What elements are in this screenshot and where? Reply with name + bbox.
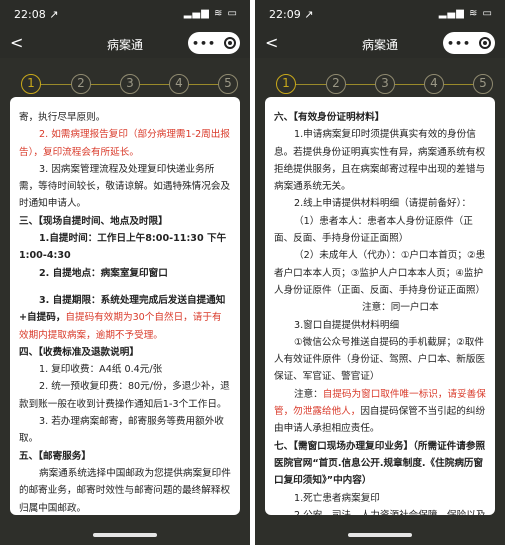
notice-text: ①微信公众号推送自提码的手机截屏；②取件人有效证件原件（身份证、驾照、户口本、新… bbox=[274, 336, 486, 383]
section-heading: 四、【收费标准及退款说明】 bbox=[19, 346, 139, 358]
notice-text-highlight: 2. 如需病理报告复印（部分病理需1-2周出报告），复印流程会有所延长。 bbox=[19, 129, 230, 158]
notice-text: 3.窗口自提提供材料明细 bbox=[294, 319, 400, 331]
notice-card: 六、【有效身份证明材料】 1.申请病案复印时须提供真实有效的身份信息。若提供身份… bbox=[265, 97, 495, 515]
notice-text: 2.公安、司法、人力资源社会保障、保险以及 bbox=[274, 507, 486, 515]
step-4: 4 bbox=[424, 74, 444, 94]
notice-text: 2.线上申请提供材料明细（请提前备好）： bbox=[294, 198, 472, 210]
step-5: 5 bbox=[218, 74, 238, 94]
signal-wifi-battery-icon: ▂▄▆ ≋ ▭ bbox=[183, 8, 238, 19]
navigation-bar: < 病案通 ••• bbox=[255, 28, 505, 58]
notice-text: 2. 统一预收复印费：80元/份，多退少补，退款到账一般在收到计费操作通知后1-… bbox=[19, 381, 230, 410]
more-icon[interactable]: ••• bbox=[192, 37, 216, 50]
notice-text: 1.死亡患者病案复印 bbox=[294, 492, 380, 504]
step-2: 2 bbox=[326, 74, 346, 94]
status-bar: 22:09 ↗ ▂▄▆ ≋ ▭ bbox=[255, 0, 505, 28]
status-bar: 22:08 ↗ ▂▄▆ ≋ ▭ bbox=[0, 0, 250, 28]
notice-text: 2. 自提地点：病案室复印窗口 bbox=[39, 267, 168, 279]
notice-text: （1）患者本人：患者本人身份证原件（正面、反面、手持身份证正面照） bbox=[274, 215, 473, 245]
notice-text: 3. 若办理病案邮寄，邮寄服务等费用额外收取。 bbox=[19, 416, 224, 445]
step-2: 2 bbox=[71, 74, 91, 94]
left-phone-screen: 22:08 ↗ ▂▄▆ ≋ ▭ < 病案通 ••• 1 2 3 4 5 寄，执行… bbox=[0, 0, 250, 545]
right-phone-screen: 22:09 ↗ ▂▄▆ ≋ ▭ < 病案通 ••• 1 2 3 4 5 六、【有… bbox=[255, 0, 505, 545]
step-3: 3 bbox=[120, 74, 140, 94]
notice-text: 注意：同一户口本 bbox=[362, 302, 439, 314]
step-indicator: 1 2 3 4 5 bbox=[0, 62, 250, 102]
notice-text: 寄，执行尽早原则。 bbox=[19, 112, 106, 123]
step-4: 4 bbox=[169, 74, 189, 94]
notice-text: 1. 复印收费：A4纸 0.4元/张 bbox=[39, 364, 163, 376]
notice-text: 1.自提时间：工作日上午8:00-11:30 下午1:00-4:30 bbox=[19, 233, 227, 262]
navigation-bar: < 病案通 ••• bbox=[0, 28, 250, 58]
notice-text-mixed: 3. 自提期限：系统处理完成后发送自提通知+自提码，自提码有效期为30个自然日，… bbox=[19, 294, 226, 341]
section-heading: 三、【现场自提时间、地点及时限】 bbox=[19, 215, 168, 227]
status-time: 22:08 ↗ bbox=[14, 8, 59, 21]
notice-text: 1.申请病案复印时须提供真实有效的身份信息。若提供身份证明真实性有异，病案通系统… bbox=[274, 129, 486, 193]
notice-text: （2）未成年人（代办）：①户口本首页；②患者户口本本人页；③监护人户口本本人页；… bbox=[274, 250, 486, 296]
home-indicator bbox=[93, 533, 157, 537]
step-1: 1 bbox=[21, 74, 41, 94]
section-heading: 五、【邮寄服务】 bbox=[19, 450, 91, 462]
close-miniprogram-icon[interactable] bbox=[479, 37, 492, 49]
status-time: 22:09 ↗ bbox=[269, 8, 314, 21]
notice-text: 病案通系统选择中国邮政为您提供病案复印件的邮寄业务，邮寄时效性与邮寄问题的最终解… bbox=[19, 467, 231, 514]
section-heading: 六、【有效身份证明材料】 bbox=[274, 112, 385, 123]
notice-text-mixed: 注意：自提码为窗口取件唯一标识，请妥善保管，勿泄露给他人，因自提码保管不当引起的… bbox=[274, 388, 486, 435]
signal-wifi-battery-icon: ▂▄▆ ≋ ▭ bbox=[438, 8, 493, 19]
miniprogram-capsule: ••• bbox=[443, 32, 495, 54]
step-3: 3 bbox=[375, 74, 395, 94]
step-5: 5 bbox=[473, 74, 493, 94]
step-indicator: 1 2 3 4 5 bbox=[255, 62, 505, 102]
miniprogram-capsule: ••• bbox=[188, 32, 240, 54]
more-icon[interactable]: ••• bbox=[447, 37, 471, 50]
notice-card: 寄，执行尽早原则。 2. 如需病理报告复印（部分病理需1-2周出报告），复印流程… bbox=[10, 97, 240, 515]
close-miniprogram-icon[interactable] bbox=[224, 37, 237, 49]
section-heading: 七、【需窗口现场办理复印业务】（所需证件请参照医院官网“首页.信息公开.规章制度… bbox=[274, 440, 486, 487]
notice-text: 3. 因病案管理流程及处理复印快递业务所需，等待时间较长，敬请谅解。如遇特殊情况… bbox=[19, 163, 231, 210]
home-indicator bbox=[348, 533, 412, 537]
step-1: 1 bbox=[276, 74, 296, 94]
